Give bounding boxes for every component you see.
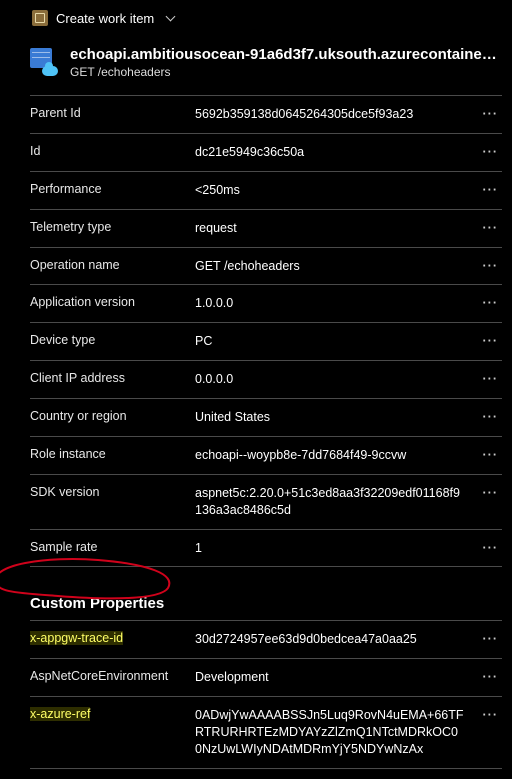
more-actions-button[interactable]: ··· <box>474 707 498 722</box>
more-actions-button[interactable]: ··· <box>474 220 498 235</box>
property-row: AspNetCoreEnvironmentDevelopment··· <box>30 658 502 696</box>
property-row: Operation nameGET /echoheaders··· <box>30 247 502 285</box>
more-actions-button[interactable]: ··· <box>474 333 498 348</box>
property-row: Telemetry typerequest··· <box>30 209 502 247</box>
property-value: 5692b359138d0645264305dce5f93a23 <box>195 106 474 123</box>
property-value: 1.0.0.0 <box>195 295 474 312</box>
property-value: 0ADwjYwAAAABSSJn5Luq9RovN4uEMA+66TFRTRUR… <box>195 707 474 758</box>
property-key: AspNetCoreEnvironment <box>30 669 195 683</box>
property-key: Sample rate <box>30 540 195 554</box>
property-value: echoapi--woypb8e-7dd7684f49-9ccvw <box>195 447 474 464</box>
property-row: Iddc21e5949c36c50a··· <box>30 133 502 171</box>
property-key: Id <box>30 144 195 158</box>
toolbar: Create work item <box>0 0 512 32</box>
property-row: x-appgw-trace-id30d2724957ee63d9d0bedcea… <box>30 620 502 658</box>
more-actions-button[interactable]: ··· <box>474 295 498 310</box>
create-work-item-button[interactable]: Create work item <box>56 11 154 26</box>
more-actions-button[interactable]: ··· <box>474 258 498 273</box>
property-row: x-azure-ref0ADwjYwAAAABSSJn5Luq9RovN4uEM… <box>30 696 502 769</box>
property-key: Device type <box>30 333 195 347</box>
server-cloud-icon <box>30 48 56 74</box>
request-header: echoapi.ambitiousocean-91a6d3f7.uksouth.… <box>0 32 512 95</box>
property-value: dc21e5949c36c50a <box>195 144 474 161</box>
property-key: Country or region <box>30 409 195 423</box>
property-value: Development <box>195 669 474 686</box>
property-row: Parent Id5692b359138d0645264305dce5f93a2… <box>30 95 502 133</box>
property-value: GET /echoheaders <box>195 258 474 275</box>
property-key: Operation name <box>30 258 195 272</box>
property-row: Application version1.0.0.0··· <box>30 284 502 322</box>
custom-properties-heading: Custom Properties <box>0 567 512 620</box>
custom-properties-table: x-appgw-trace-id30d2724957ee63d9d0bedcea… <box>0 620 512 768</box>
property-value: aspnet5c:2.20.0+51c3ed8aa3f32209edf01168… <box>195 485 474 519</box>
property-key: Role instance <box>30 447 195 461</box>
property-key: Application version <box>30 295 195 309</box>
chevron-down-icon[interactable] <box>166 13 176 23</box>
property-key: Performance <box>30 182 195 196</box>
property-row: Client IP address0.0.0.0··· <box>30 360 502 398</box>
properties-table: Parent Id5692b359138d0645264305dce5f93a2… <box>0 95 512 567</box>
more-actions-button[interactable]: ··· <box>474 371 498 386</box>
property-row: Country or regionUnited States··· <box>30 398 502 436</box>
property-value: PC <box>195 333 474 350</box>
more-actions-button[interactable]: ··· <box>474 669 498 684</box>
property-value: 1 <box>195 540 474 557</box>
property-key: Parent Id <box>30 106 195 120</box>
property-row: SDK versionaspnet5c:2.20.0+51c3ed8aa3f32… <box>30 474 502 529</box>
property-row: Sample rate1··· <box>30 529 502 568</box>
more-actions-button[interactable]: ··· <box>474 631 498 646</box>
property-row: Role instanceechoapi--woypb8e-7dd7684f49… <box>30 436 502 474</box>
work-item-icon <box>32 10 48 26</box>
property-key: Client IP address <box>30 371 195 385</box>
more-actions-button[interactable]: ··· <box>474 540 498 555</box>
more-actions-button[interactable]: ··· <box>474 144 498 159</box>
more-actions-button[interactable]: ··· <box>474 485 498 500</box>
property-row: Device typePC··· <box>30 322 502 360</box>
property-value: <250ms <box>195 182 474 199</box>
more-actions-button[interactable]: ··· <box>474 182 498 197</box>
more-actions-button[interactable]: ··· <box>474 447 498 462</box>
request-subtitle: GET /echoheaders <box>70 65 502 79</box>
property-key: Telemetry type <box>30 220 195 234</box>
property-key: x-azure-ref <box>30 707 195 721</box>
request-title: echoapi.ambitiousocean-91a6d3f7.uksouth.… <box>70 46 502 63</box>
property-value: request <box>195 220 474 237</box>
more-actions-button[interactable]: ··· <box>474 106 498 121</box>
property-row: Performance<250ms··· <box>30 171 502 209</box>
more-actions-button[interactable]: ··· <box>474 409 498 424</box>
property-value: United States <box>195 409 474 426</box>
property-value: 0.0.0.0 <box>195 371 474 388</box>
property-value: 30d2724957ee63d9d0bedcea47a0aa25 <box>195 631 474 648</box>
property-key: x-appgw-trace-id <box>30 631 195 645</box>
property-key: SDK version <box>30 485 195 499</box>
